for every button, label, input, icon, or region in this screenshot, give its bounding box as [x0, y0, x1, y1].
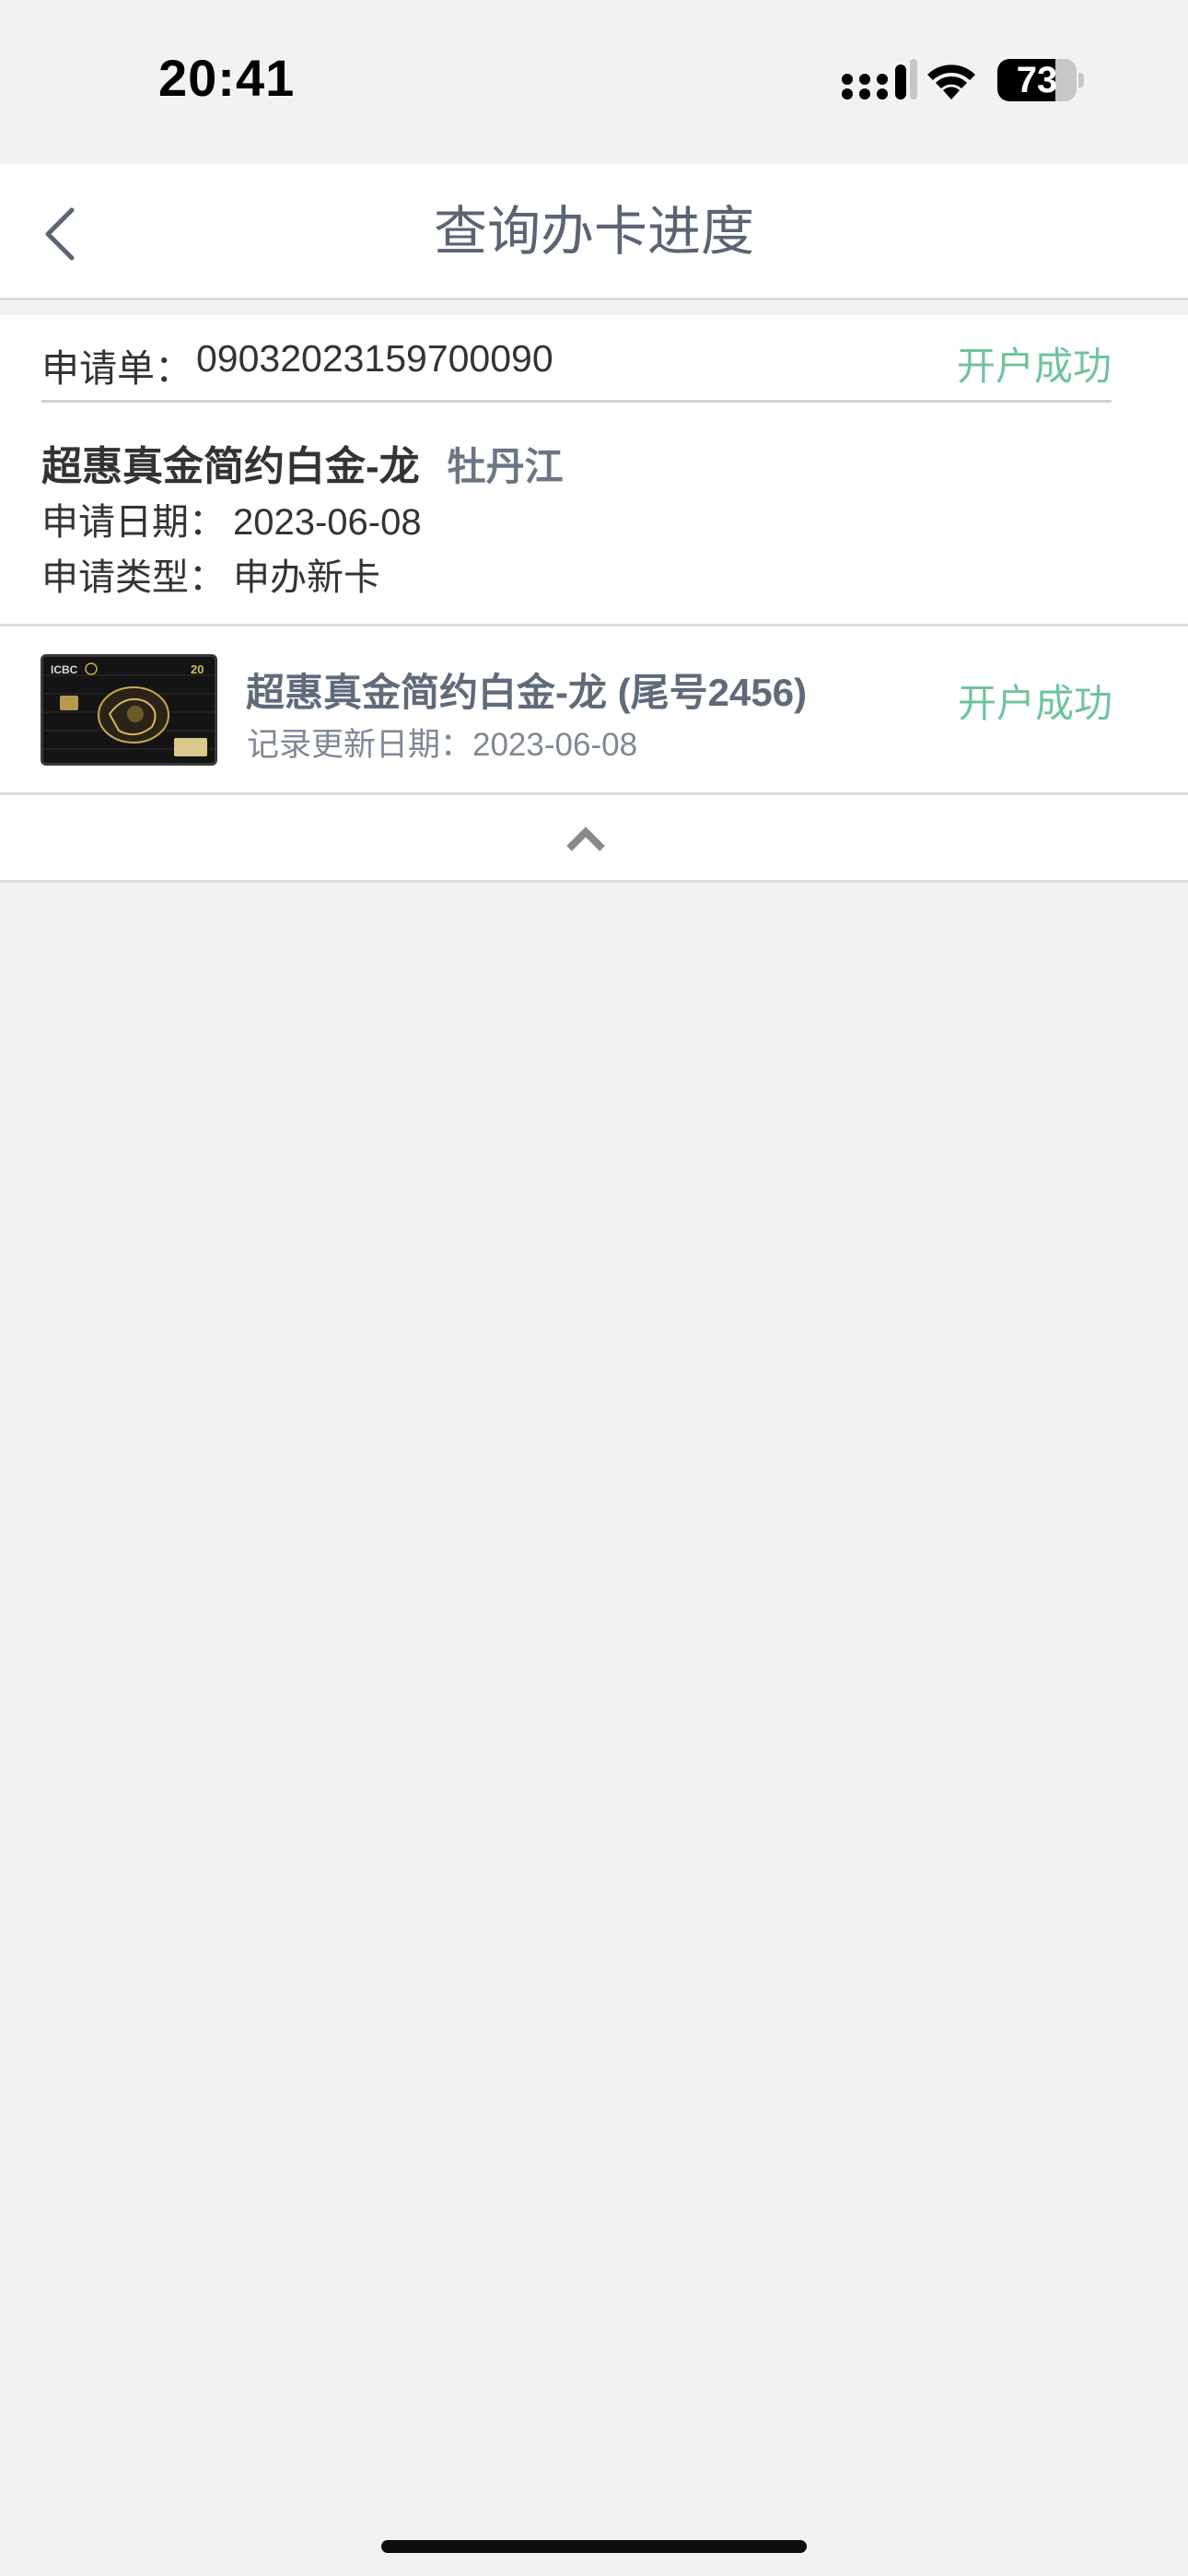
signal-icon — [842, 59, 917, 100]
application-status: 开户成功 — [956, 345, 1112, 388]
page-title: 查询办卡进度 — [433, 202, 754, 262]
back-button[interactable] — [28, 192, 111, 275]
card-city: 牡丹江 — [447, 445, 564, 488]
application-number: 09032023159700090 — [196, 337, 553, 380]
application-type: 申办新卡 — [233, 557, 380, 598]
collapse-button[interactable] — [0, 795, 1188, 883]
credit-card-image: ICBC 20 — [41, 654, 217, 766]
application-type-label: 申请类型： — [41, 557, 226, 598]
chevron-up-icon — [566, 826, 605, 851]
battery-cap — [1078, 73, 1084, 88]
wifi-icon — [927, 64, 975, 100]
card-status: 开户成功 — [957, 682, 1112, 725]
screen: 20:41 73 查询办卡进度 申请单： 09032023159700090 开… — [0, 0, 1188, 2576]
card-brand-text: ICBC — [51, 663, 78, 676]
nav-bar: 查询办卡进度 — [0, 164, 1188, 300]
status-bar: 20:41 73 — [0, 0, 1188, 164]
svg-text:20: 20 — [191, 662, 204, 676]
application-number-row: 申请单： 09032023159700090 开户成功 — [41, 315, 1112, 403]
status-time: 20:41 — [158, 49, 296, 107]
application-type-row: 申请类型： 申办新卡 — [41, 547, 380, 601]
application-number-label: 申请单： — [41, 347, 192, 390]
card-title: 超惠真金简约白金-龙 (尾号2456) — [246, 671, 808, 714]
application-date-row: 申请日期： 2023-06-08 — [41, 492, 422, 545]
battery-body: 73 — [997, 59, 1077, 101]
chevron-left-icon — [45, 207, 75, 261]
application-section: 申请单： 09032023159700090 开户成功 超惠真金简约白金-龙 牡丹… — [0, 315, 1188, 626]
card-progress-row[interactable]: ICBC 20 超惠真金简约白金-龙 (尾号2456) 记录更新日期：2023-… — [0, 626, 1188, 795]
card-name-row: 超惠真金简约白金-龙 牡丹江 — [41, 433, 564, 492]
application-date: 2023-06-08 — [233, 502, 422, 543]
battery-level: 73 — [1016, 60, 1058, 100]
home-indicator[interactable] — [381, 2540, 807, 2553]
card-update-date: 记录更新日期：2023-06-08 — [247, 727, 638, 763]
battery-icon: 73 — [997, 59, 1084, 101]
card-product-name: 超惠真金简约白金-龙 — [41, 444, 420, 489]
application-date-label: 申请日期： — [41, 502, 226, 543]
